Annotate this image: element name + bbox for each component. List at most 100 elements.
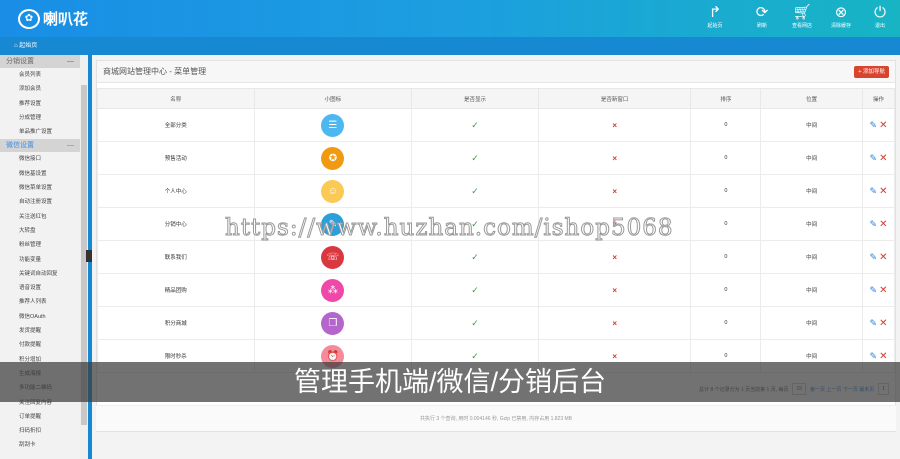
- cross-icon[interactable]: ×: [612, 352, 617, 361]
- power-icon: ⏻: [874, 4, 886, 21]
- breadcrumb-home[interactable]: 起始页: [19, 43, 37, 49]
- alarm-icon: ⏰: [321, 344, 345, 368]
- check-icon[interactable]: ✓: [471, 285, 479, 295]
- icon-cell: ✎: [253, 207, 413, 241]
- sidebar-item[interactable]: 微信接口: [0, 152, 80, 166]
- add-nav-button[interactable]: + 添加导航: [854, 66, 889, 78]
- cross-icon[interactable]: ×: [612, 253, 617, 262]
- sidebar-item[interactable]: 功能变量: [0, 253, 80, 267]
- edit-icon[interactable]: ✎: [870, 120, 878, 130]
- logo-text: 喇叭花: [43, 11, 89, 28]
- sort-value[interactable]: 0: [690, 339, 762, 373]
- per-page-input[interactable]: 15: [792, 383, 807, 395]
- sidebar-item[interactable]: 发货提醒: [0, 324, 80, 338]
- edit-icon[interactable]: ✎: [870, 252, 878, 262]
- logout-button[interactable]: ⏻ 退出: [860, 4, 900, 29]
- check-icon[interactable]: ✓: [471, 252, 479, 262]
- sidebar-item[interactable]: 订单提醒: [0, 410, 80, 424]
- sort-value[interactable]: 0: [690, 174, 762, 208]
- delete-icon[interactable]: ✕: [879, 153, 887, 164]
- refresh-button[interactable]: ⟳ 刷新: [742, 4, 782, 29]
- sidebar-item[interactable]: 推荐人列表: [0, 295, 80, 309]
- sidebar-item[interactable]: 微信菜单设置: [0, 181, 80, 195]
- clear-cache-button[interactable]: ⊗ 清除缓存: [821, 4, 861, 29]
- footer-stats: 共执行 3 个查询, 用时 0.004146 秒, Gzip 已禁用, 内存占用…: [96, 405, 896, 431]
- edit-icon[interactable]: ✎: [870, 318, 878, 328]
- badge-icon: ✪: [321, 146, 345, 170]
- check-icon[interactable]: ✓: [471, 120, 479, 130]
- edit-icon[interactable]: ✎: [870, 186, 878, 196]
- delete-icon[interactable]: ✕: [879, 318, 887, 329]
- cross-icon[interactable]: ×: [612, 121, 617, 130]
- sidebar-item[interactable]: 添加会员: [0, 82, 80, 96]
- sort-value[interactable]: 0: [690, 141, 762, 175]
- sort-value[interactable]: 0: [690, 207, 762, 241]
- edit-icon[interactable]: ✎: [870, 351, 878, 361]
- edit-icon[interactable]: ✎: [870, 219, 878, 229]
- cross-icon[interactable]: ×: [612, 220, 617, 229]
- actions-cell: ✎ ✕: [862, 273, 895, 307]
- table-row: 预售活动 ✪ ✓ × 0 中间 ✎ ✕: [97, 141, 895, 175]
- table-row: 联系我们 ☏ ✓ × 0 中间 ✎ ✕: [97, 240, 895, 274]
- sidebar-item[interactable]: 大转盘: [0, 224, 80, 238]
- sidebar-item[interactable]: 粉丝管理: [0, 238, 80, 252]
- sidebar-item[interactable]: 会员列表: [0, 68, 80, 82]
- sidebar-item[interactable]: 生成海报: [0, 367, 80, 381]
- table-row: 个人中心 ☺ ✓ × 0 中间 ✎ ✕: [97, 174, 895, 208]
- sidebar-item[interactable]: 关注回复内容: [0, 396, 80, 410]
- check-icon[interactable]: ✓: [471, 351, 479, 361]
- view-store-button[interactable]: 🛒︎ 查看网店: [782, 4, 822, 29]
- check-icon[interactable]: ✓: [471, 318, 479, 328]
- menu-name: 预售活动: [97, 141, 255, 175]
- new-window-cell: ×: [537, 306, 692, 340]
- sidebar-item[interactable]: 多功能二维码: [0, 381, 80, 395]
- cross-icon[interactable]: ×: [612, 286, 617, 295]
- sidebar-item[interactable]: 微信OAuth: [0, 310, 80, 324]
- column-header: 是否显示: [411, 88, 539, 109]
- sidebar-item[interactable]: 分成管理: [0, 111, 80, 125]
- edit-icon[interactable]: ✎: [870, 153, 878, 163]
- cross-icon[interactable]: ×: [612, 319, 617, 328]
- check-icon[interactable]: ✓: [471, 219, 479, 229]
- cross-icon[interactable]: ×: [612, 154, 617, 163]
- menu-panel: 商城网站管理中心 - 菜单管理 + 添加导航 名称 小图标 是否显示 是否新窗口 排序 位置…: [96, 60, 896, 432]
- edit-icon[interactable]: ✎: [870, 285, 878, 295]
- page-select[interactable]: 1: [878, 383, 889, 395]
- menu-name: 限时秒杀: [97, 339, 255, 373]
- sidebar-item[interactable]: 关键词自动回复: [0, 267, 80, 281]
- button-label: 退出: [874, 23, 885, 29]
- sidebar-item[interactable]: 关注送红包: [0, 210, 80, 224]
- sidebar-item[interactable]: 刮刮卡: [0, 438, 80, 452]
- delete-icon[interactable]: ✕: [879, 120, 887, 131]
- sidebar-group-distribution[interactable]: 分销设置 —: [0, 55, 80, 68]
- sort-value[interactable]: 0: [690, 108, 762, 142]
- sidebar-item[interactable]: 自动注册设置: [0, 195, 80, 209]
- icon-cell: ❒: [253, 306, 413, 340]
- delete-icon[interactable]: ✕: [879, 351, 887, 362]
- home-page-button[interactable]: ↱ 起始页: [695, 4, 735, 29]
- sort-value[interactable]: 0: [690, 240, 762, 274]
- sidebar-item[interactable]: 语音设置: [0, 281, 80, 295]
- actions-cell: ✎ ✕: [862, 207, 895, 241]
- icon-cell: ☏: [253, 240, 413, 274]
- sort-value[interactable]: 0: [690, 306, 762, 340]
- cross-icon[interactable]: ×: [612, 187, 617, 196]
- table-row: 积分商城 ❒ ✓ × 0 中间 ✎ ✕: [97, 306, 895, 340]
- sidebar-group-wechat[interactable]: 微信设置 —: [0, 139, 80, 153]
- delete-icon[interactable]: ✕: [879, 219, 887, 230]
- delete-icon[interactable]: ✕: [879, 186, 887, 197]
- sidebar-item[interactable]: 付款提醒: [0, 338, 80, 352]
- pager-summary: 总计 8 个记录分为 1 页当前第 1 页, 每页: [699, 386, 789, 393]
- delete-icon[interactable]: ✕: [879, 252, 887, 263]
- check-icon[interactable]: ✓: [471, 153, 479, 163]
- check-icon[interactable]: ✓: [471, 186, 479, 196]
- show-cell: ✓: [411, 174, 539, 208]
- sidebar-item[interactable]: 微信基设置: [0, 167, 80, 181]
- delete-icon[interactable]: ✕: [879, 285, 887, 296]
- sort-value[interactable]: 0: [690, 273, 762, 307]
- sidebar-item[interactable]: 单品推广设置: [0, 125, 80, 139]
- pager-links[interactable]: 第一页 上一页 下一页 最末页: [810, 386, 874, 393]
- sidebar-item[interactable]: 推荐设置: [0, 97, 80, 111]
- sidebar-item[interactable]: 积分增加: [0, 353, 80, 367]
- sidebar-item[interactable]: 扫码折扣: [0, 424, 80, 438]
